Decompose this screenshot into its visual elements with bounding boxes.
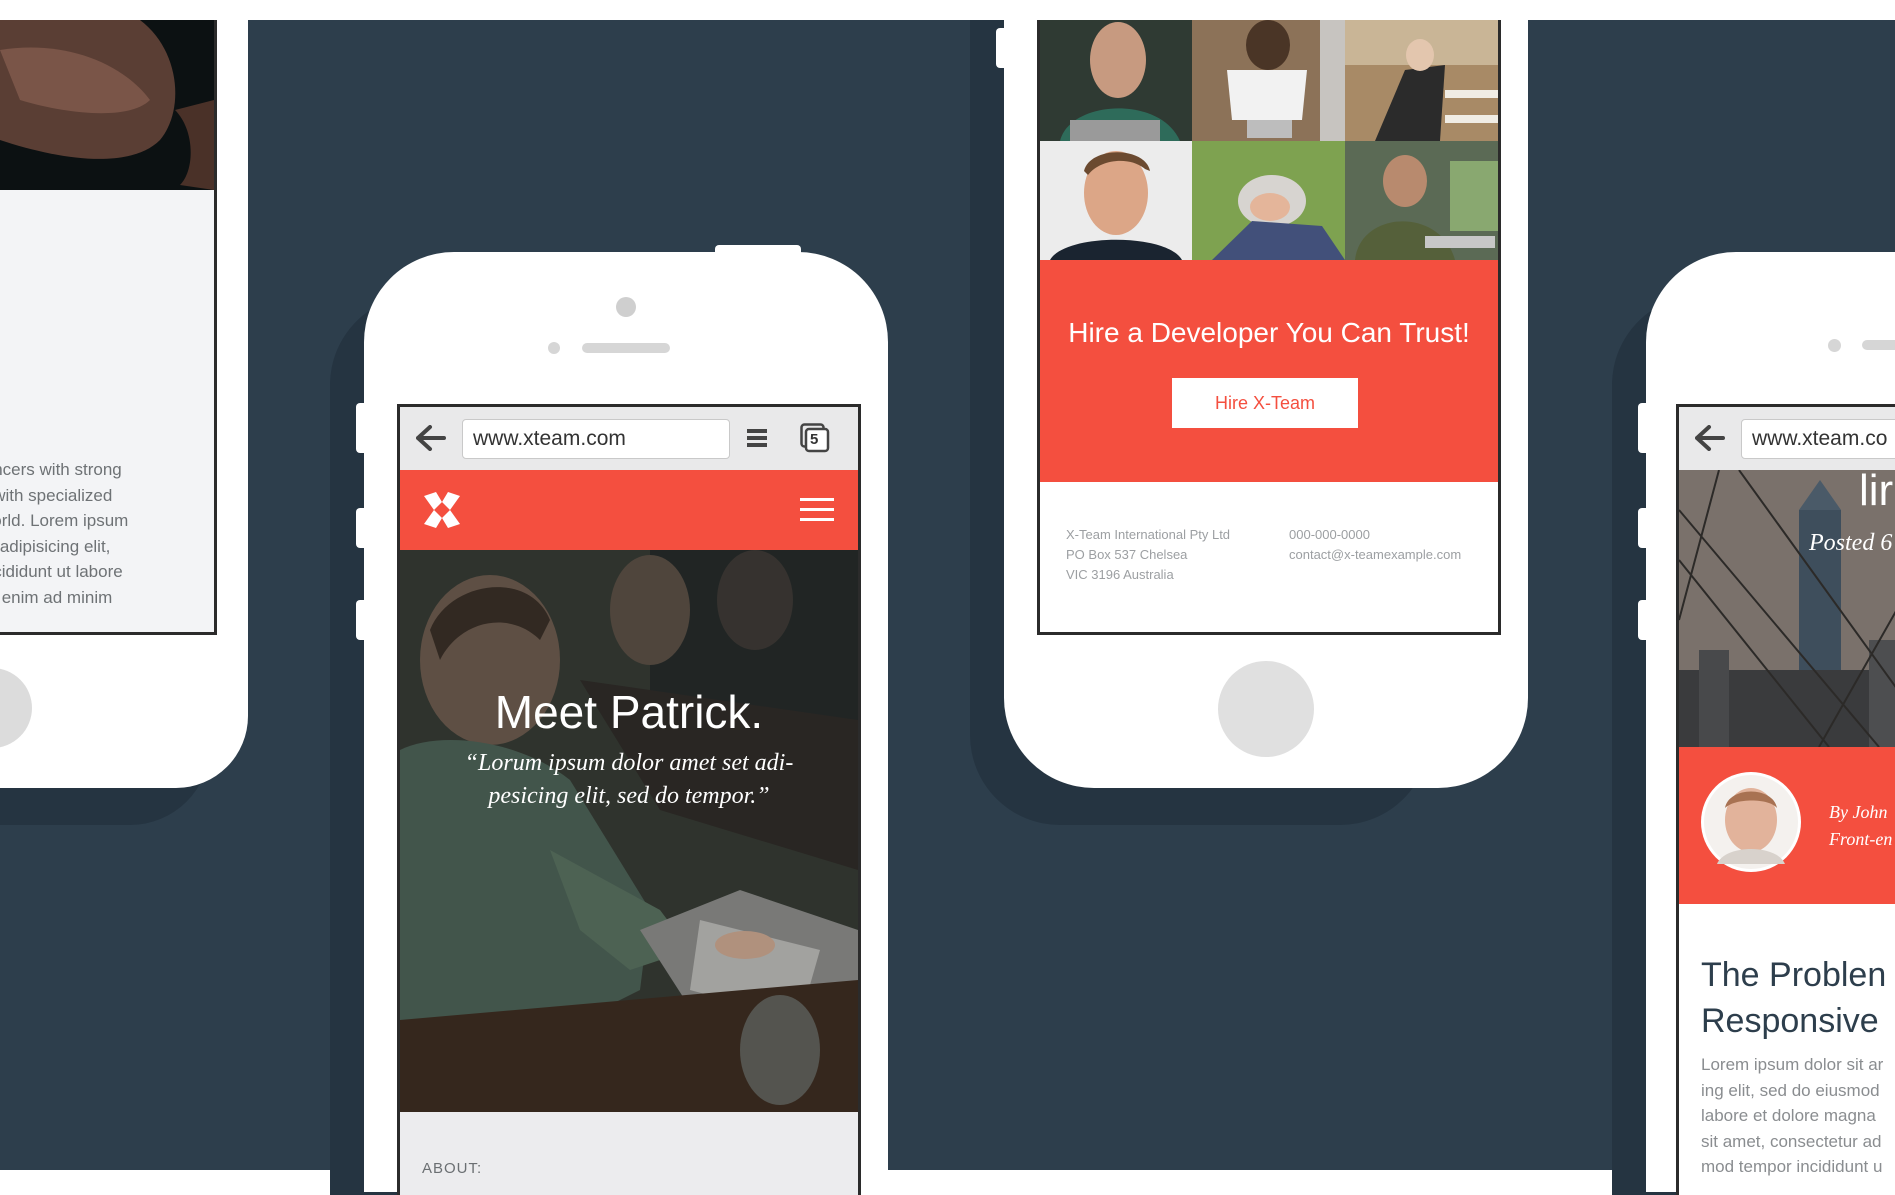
address: X-Team International Pty Ltd PO Box 537 … (1066, 527, 1231, 582)
phone-right: Hire a Developer You Can Trust! Hire X-T… (1004, 20, 1528, 788)
hero-photo (0, 20, 214, 190)
top-gap (0, 0, 250, 20)
speaker (1862, 340, 1895, 350)
browser-toolbar: www.xteam.com 5 (400, 407, 858, 470)
phone-left-screen: lancers with strong k with specialized w… (0, 20, 217, 635)
home-button[interactable] (1218, 661, 1314, 757)
url-input[interactable]: www.xteam.com (462, 419, 730, 459)
phone-center-screen: www.xteam.com 5 Meet Patrick. “Lorum ips… (397, 404, 861, 1195)
phone-left: lancers with strong k with specialized w… (0, 20, 248, 788)
phone-far-right: www.xteam.co lir Posted 6 By John Front-… (1646, 252, 1895, 1195)
url-input[interactable]: www.xteam.co (1741, 419, 1895, 459)
cta-title: Hire a Developer You Can Trust! (1068, 317, 1470, 348)
team-photo (1345, 141, 1498, 260)
background (0, 20, 1895, 1170)
cta-section: Hire a Developer You Can Trust! Hire X-T… (1040, 260, 1498, 482)
team-photo (1192, 141, 1345, 260)
phone-center: www.xteam.com 5 Meet Patrick. “Lorum ips… (364, 252, 888, 1195)
article-body: Lorem ipsum dolor sit ar ing elit, sed d… (1701, 1055, 1884, 1176)
xteam-logo-icon[interactable] (420, 488, 464, 532)
team-photo (1345, 20, 1498, 141)
avatar (1701, 772, 1801, 872)
speaker (582, 343, 670, 353)
team-photo (1040, 20, 1192, 141)
contact-info: 000-000-0000 contact@x-teamexample.com (1289, 527, 1462, 562)
sensor (1828, 339, 1841, 352)
hero-title: Meet Patrick. (494, 686, 764, 738)
menu-icon[interactable] (745, 427, 769, 449)
team-photo (1040, 141, 1192, 260)
sensor (548, 342, 560, 354)
about-label: ABOUT: (422, 1160, 483, 1177)
phone-right-screen: Hire a Developer You Can Trust! Hire X-T… (1037, 20, 1501, 635)
camera (616, 297, 636, 317)
hero-photo: Meet Patrick. “Lorum ipsum dolor amet se… (400, 550, 858, 1112)
site-header (400, 470, 858, 550)
tab-count: 5 (810, 431, 819, 448)
hire-button[interactable]: Hire X-Team (1172, 378, 1358, 428)
article-heading: The Problen Responsive (1701, 956, 1887, 1040)
posted-date: Posted 6 (1809, 530, 1893, 556)
hero-quote: “Lorum ipsum dolor amet set adi- pesicin… (464, 750, 794, 809)
team-photo (1192, 20, 1345, 141)
author-section: By John Front-en (1679, 747, 1895, 904)
hamburger-icon[interactable] (800, 496, 834, 524)
home-button[interactable] (0, 668, 32, 748)
phone-far-right-screen: www.xteam.co lir Posted 6 By John Front-… (1676, 404, 1895, 1195)
body-text: lancers with strong k with specialized w… (0, 460, 129, 607)
back-arrow-icon[interactable] (416, 425, 446, 451)
back-arrow-icon[interactable] (1695, 425, 1725, 451)
top-gap (1528, 0, 1895, 20)
office-photo-graphic (400, 550, 858, 1112)
hero-photo: lir Posted 6 (1679, 470, 1895, 747)
hero-title-fragment: lir (1859, 470, 1894, 515)
browser-toolbar: www.xteam.co (1679, 407, 1895, 470)
tabs-icon[interactable]: 5 (800, 423, 830, 453)
author-info: By John Front-en (1829, 802, 1893, 849)
arm-photo-graphic (0, 20, 214, 190)
